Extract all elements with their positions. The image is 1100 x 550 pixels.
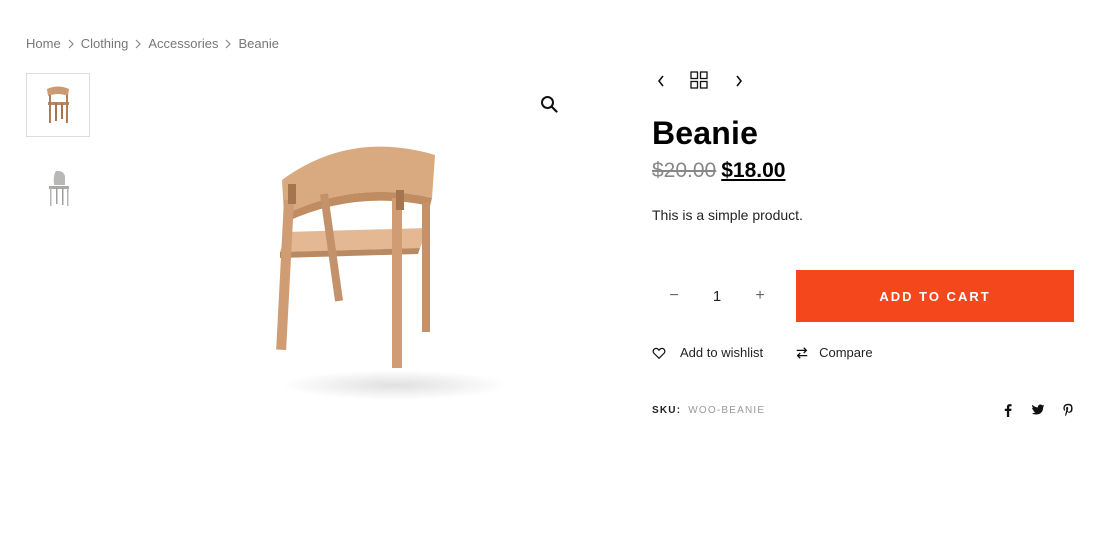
sale-price: $18.00	[721, 159, 786, 182]
grid-icon	[690, 71, 708, 89]
wooden-chair-image	[276, 146, 435, 368]
product-title: Beanie	[652, 115, 759, 151]
product-actions: Add to wishlist Compare	[652, 345, 873, 360]
chevron-right-icon	[67, 39, 75, 49]
product-short-description: This is a simple product.	[652, 207, 803, 223]
compare-icon	[796, 346, 808, 359]
breadcrumb: Home Clothing Accessories Beanie	[26, 36, 279, 51]
add-to-cart-button[interactable]: ADD TO CART	[796, 270, 1074, 322]
breadcrumb-clothing[interactable]: Clothing	[81, 36, 129, 51]
breadcrumb-accessories[interactable]: Accessories	[148, 36, 218, 51]
wishlist-label: Add to wishlist	[680, 345, 764, 360]
twitter-icon[interactable]	[1030, 402, 1046, 418]
product-main-image[interactable]	[200, 80, 560, 410]
old-price: $20.00	[652, 159, 717, 182]
back-to-shop-button[interactable]	[690, 71, 710, 91]
compare-link[interactable]: Compare	[795, 345, 873, 360]
previous-product-button[interactable]	[652, 70, 670, 92]
sku-label: SKU:	[652, 405, 682, 416]
product-sku: SKU: WOO-BEANIE	[652, 405, 765, 416]
breadcrumb-current: Beanie	[238, 36, 279, 51]
thumbnail-chair-grey[interactable]	[26, 157, 90, 221]
next-product-button[interactable]	[730, 70, 748, 92]
thumbnail-chair-wood[interactable]	[26, 73, 90, 137]
chair-wood-thumbnail	[47, 86, 69, 123]
add-to-wishlist-link[interactable]: Add to wishlist	[652, 345, 763, 360]
chevron-right-icon	[134, 39, 142, 49]
chevron-left-icon	[657, 75, 664, 87]
breadcrumb-home[interactable]: Home	[26, 36, 61, 51]
compare-label: Compare	[819, 345, 873, 360]
quantity-increase-button[interactable]: +	[750, 284, 770, 308]
sku-value: WOO-BEANIE	[688, 405, 766, 416]
search-icon	[541, 96, 558, 113]
social-share	[1000, 402, 1076, 418]
chair-grey-thumbnail	[49, 170, 69, 206]
thumbnail-list	[26, 73, 90, 241]
quantity-input[interactable]	[697, 287, 737, 305]
chevron-right-icon	[736, 75, 743, 87]
heart-icon	[652, 347, 666, 359]
product-price: $20.00 $18.00	[652, 159, 785, 183]
chevron-right-icon	[224, 39, 232, 49]
zoom-button[interactable]	[538, 93, 560, 115]
product-navigation	[652, 70, 748, 92]
quantity-stepper: − +	[652, 270, 782, 322]
facebook-icon[interactable]	[1000, 402, 1016, 418]
quantity-decrease-button[interactable]: −	[664, 284, 684, 308]
pinterest-icon[interactable]	[1060, 402, 1076, 418]
